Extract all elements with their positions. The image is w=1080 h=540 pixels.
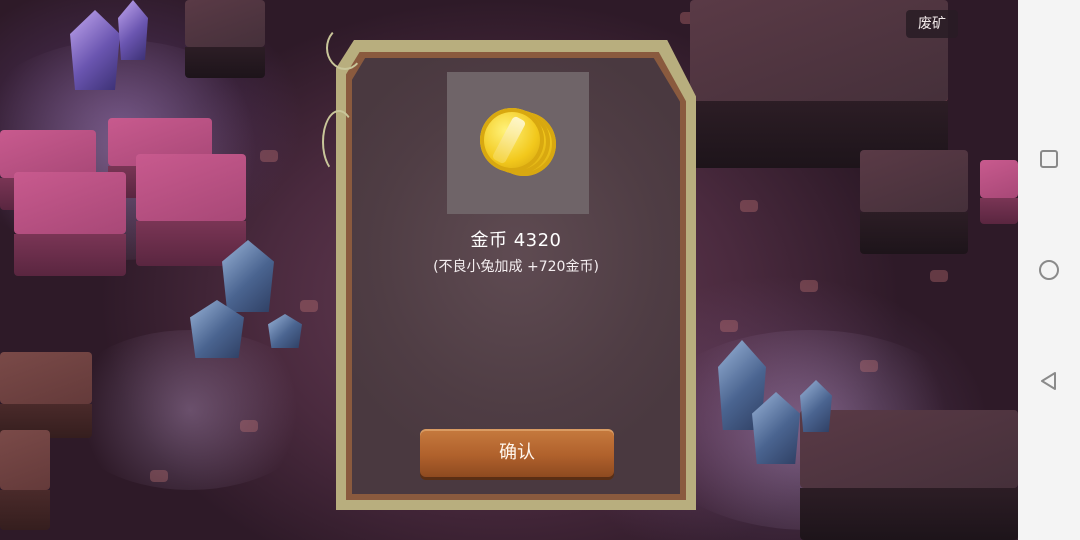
floor-speck xyxy=(740,200,758,212)
back-triangle-icon xyxy=(1041,372,1056,390)
square-icon xyxy=(1040,150,1058,168)
crystal-icon xyxy=(118,0,148,60)
floor-speck xyxy=(240,420,258,432)
rock-block xyxy=(185,0,265,78)
crystal-icon xyxy=(70,10,120,90)
vine-decoration-icon xyxy=(322,110,356,174)
rock-block xyxy=(0,352,92,438)
rock-block xyxy=(136,154,246,266)
floor-speck xyxy=(300,300,318,312)
circle-icon xyxy=(1039,260,1059,280)
vine-decoration-icon xyxy=(326,26,364,70)
recents-button[interactable] xyxy=(1037,147,1061,171)
rock-block xyxy=(0,430,50,530)
reward-bonus-text: (不良小兔加成 +720金币) xyxy=(433,259,599,275)
gold-coin-icon xyxy=(478,106,558,186)
floor-speck xyxy=(720,320,738,332)
fog-mist xyxy=(60,330,320,490)
floor-speck xyxy=(860,360,878,372)
area-name-label: 废矿 xyxy=(906,10,958,38)
crystal-icon xyxy=(268,314,302,348)
reward-amount-title: 金币 4320 xyxy=(470,230,562,251)
home-button[interactable] xyxy=(1037,258,1061,282)
floor-speck xyxy=(150,470,168,482)
floor-speck xyxy=(260,150,278,162)
back-button[interactable] xyxy=(1037,369,1061,393)
floor-speck xyxy=(930,270,948,282)
system-navigation-bar xyxy=(1018,0,1080,540)
rock-block xyxy=(860,150,968,254)
floor-speck xyxy=(800,280,818,292)
rock-block xyxy=(14,172,126,276)
rock-block xyxy=(980,160,1018,224)
rock-block xyxy=(800,410,1018,540)
confirm-button[interactable]: 确认 xyxy=(420,429,614,477)
